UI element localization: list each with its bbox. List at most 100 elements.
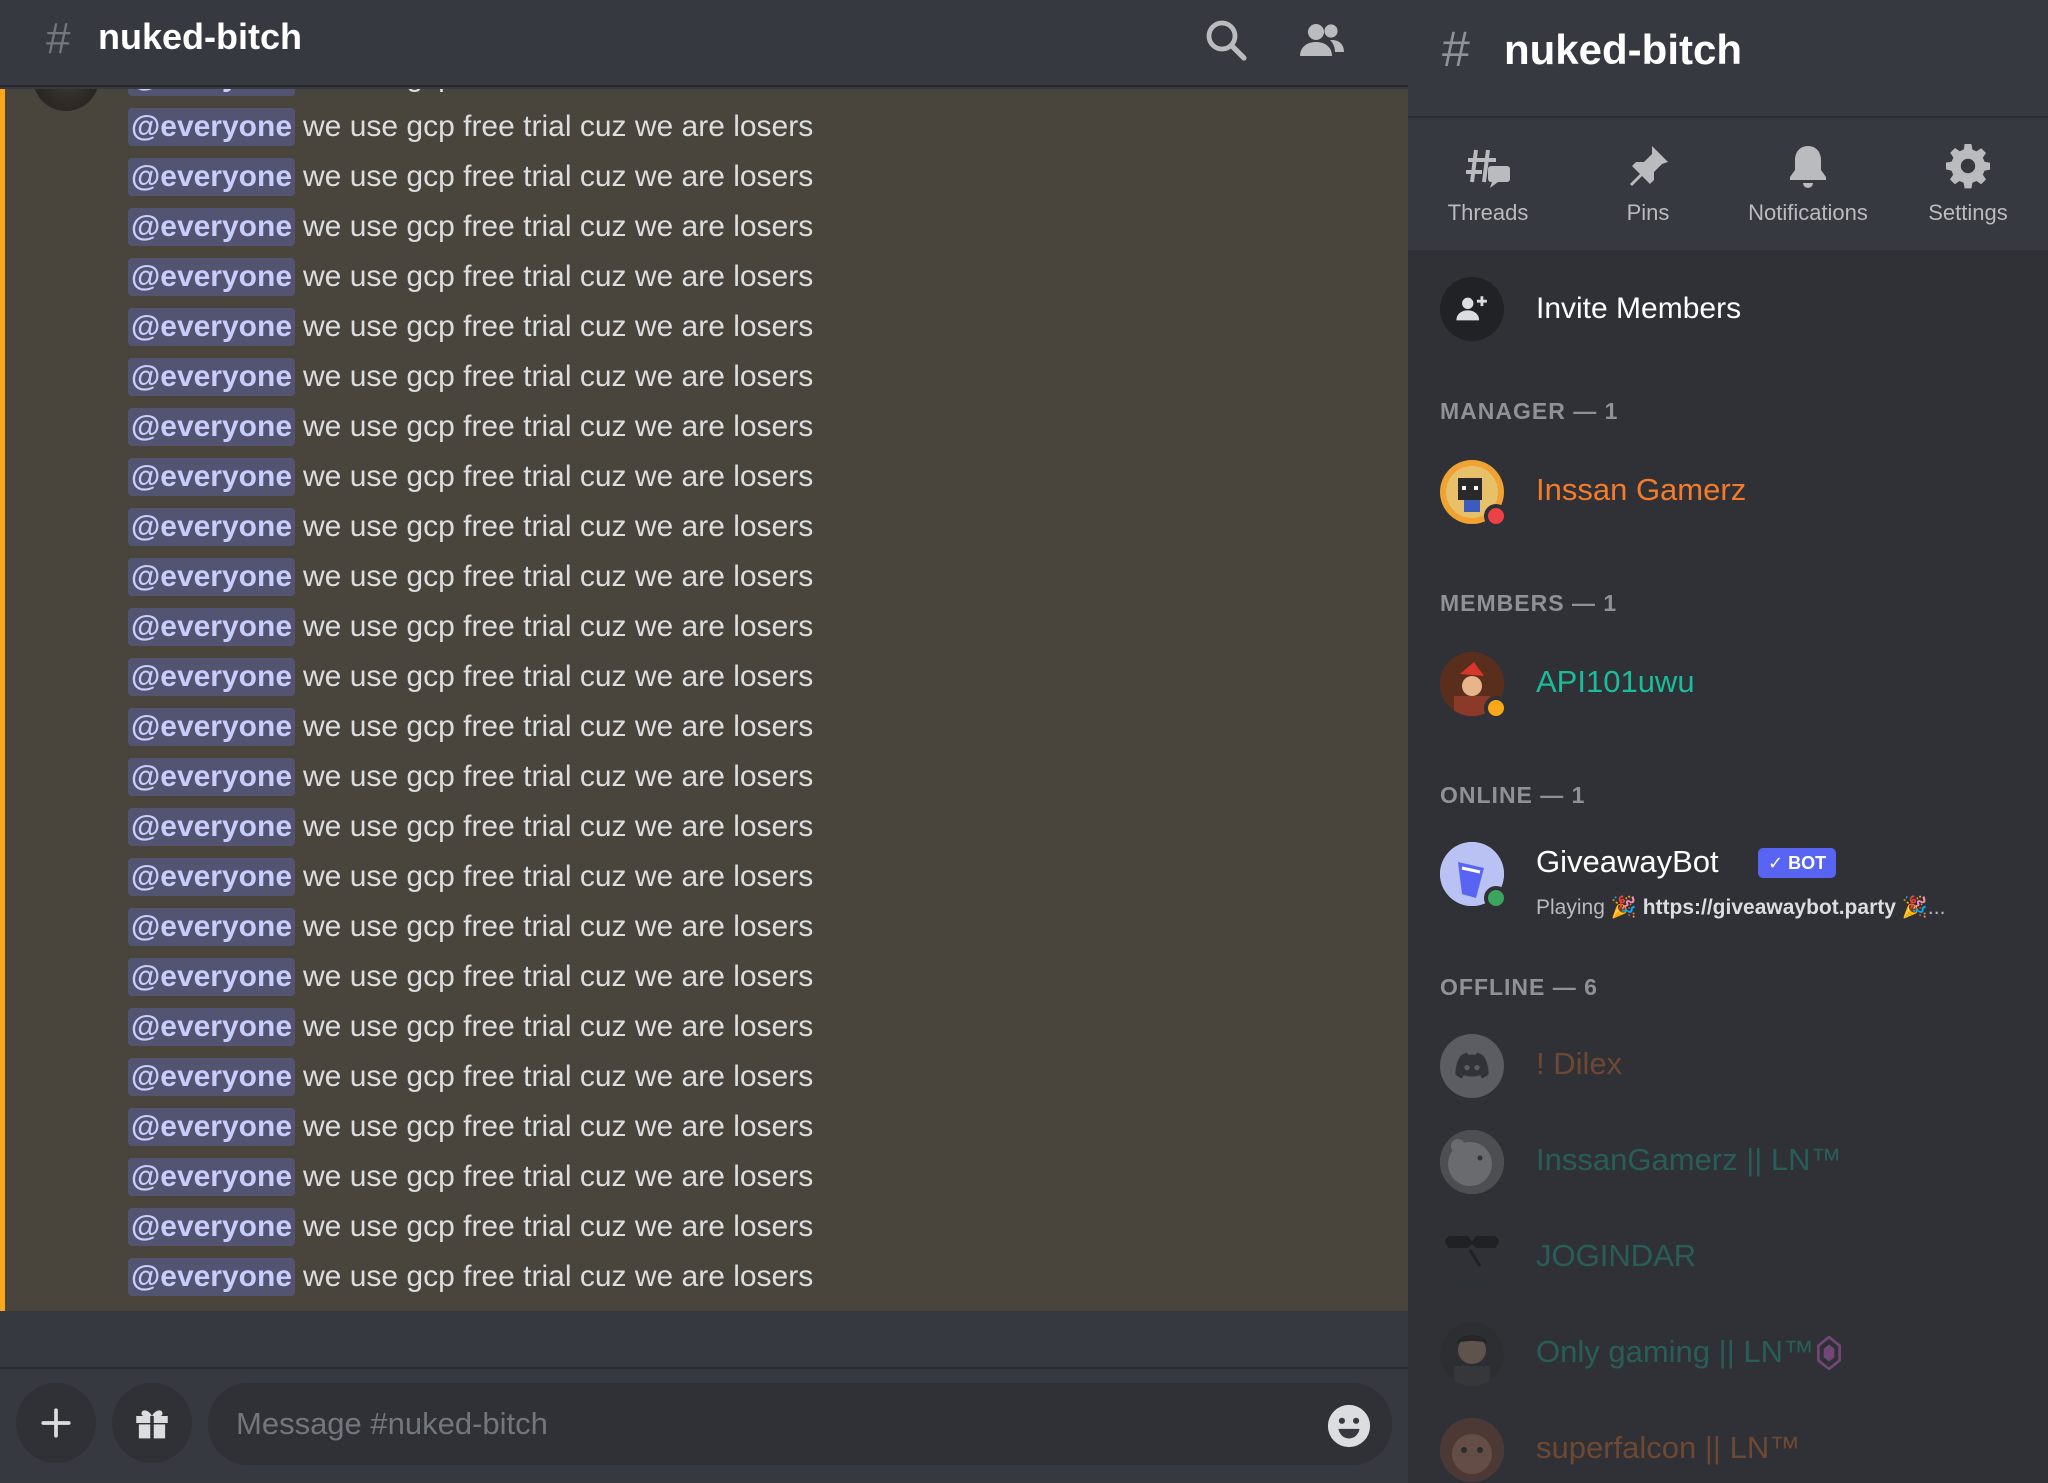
- member-item[interactable]: Only gaming || LN™: [1440, 1322, 2020, 1388]
- mention-everyone[interactable]: @everyone: [128, 308, 296, 346]
- sidebar-channel-title: nuked-bitch: [1504, 26, 1742, 73]
- member-item[interactable]: GiveawayBot ✓ BOT Playing 🎉 https://give…: [1440, 842, 2020, 922]
- message-text: we use gcp free trial cuz we are losers: [303, 560, 814, 593]
- tab-threads[interactable]: Threads: [1408, 142, 1568, 226]
- message-row[interactable]: @everyonewe use gcp free trial cuz we ar…: [128, 407, 813, 447]
- tab-settings[interactable]: Settings: [1888, 142, 2048, 226]
- message-row[interactable]: @everyonewe use gcp free trial cuz we ar…: [128, 1007, 813, 1047]
- message-text: we use gcp free trial cuz we are losers: [303, 910, 814, 943]
- message-text: we use gcp free trial cuz we are losers: [303, 510, 814, 543]
- avatar: [1440, 1418, 1504, 1482]
- message-row[interactable]: @everyonewe use gcp free trial cuz we ar…: [128, 357, 813, 397]
- section-header-members: MEMBERS — 1: [1440, 590, 1618, 616]
- message-row[interactable]: @everyonewe use gcp free trial cuz we ar…: [128, 757, 813, 797]
- mention-everyone[interactable]: @everyone: [128, 958, 296, 996]
- message-row[interactable]: @everyonewe use gcp free trial cuz we ar…: [128, 957, 813, 997]
- mention-everyone[interactable]: @everyone: [128, 1108, 296, 1146]
- mention-everyone[interactable]: @everyone: [128, 1058, 296, 1096]
- mention-everyone[interactable]: @everyone: [128, 758, 296, 796]
- search-icon[interactable]: [1202, 16, 1250, 64]
- threads-icon: [1466, 149, 1510, 188]
- add-member-icon: [1456, 296, 1487, 321]
- message-row[interactable]: @everyonewe use gcp free trial cuz we ar…: [128, 457, 813, 497]
- message-text: we use gcp free trial cuz we are losers: [303, 1260, 814, 1293]
- message-text: we use gcp free trial cuz we are losers: [303, 960, 814, 993]
- message-row[interactable]: @everyonewe use gcp free trial cuz we ar…: [128, 807, 813, 847]
- message-row[interactable]: @everyonewe use gcp free trial cuz we ar…: [128, 89, 813, 97]
- mention-everyone[interactable]: @everyone: [128, 158, 296, 196]
- mention-everyone[interactable]: @everyone: [128, 558, 296, 596]
- author-avatar[interactable]: [33, 89, 99, 111]
- message-row[interactable]: @everyonewe use gcp free trial cuz we ar…: [128, 307, 813, 347]
- mention-everyone[interactable]: @everyone: [128, 108, 296, 146]
- sidebar-tabs: Threads Pins Notifications Settings: [1408, 116, 2048, 250]
- member-item[interactable]: Inssan Gamerz: [1440, 460, 2020, 528]
- attach-button[interactable]: [16, 1383, 96, 1463]
- message-row[interactable]: @everyonewe use gcp free trial cuz we ar…: [128, 1257, 813, 1297]
- message-row[interactable]: @everyonewe use gcp free trial cuz we ar…: [128, 657, 813, 697]
- mention-everyone[interactable]: @everyone: [128, 708, 296, 746]
- message-row[interactable]: @everyonewe use gcp free trial cuz we ar…: [128, 707, 813, 747]
- mention-everyone[interactable]: @everyone: [128, 358, 296, 396]
- message-row[interactable]: @everyonewe use gcp free trial cuz we ar…: [128, 857, 813, 897]
- member-item[interactable]: superfalcon || LN™: [1440, 1418, 2020, 1483]
- mention-everyone[interactable]: @everyone: [128, 908, 296, 946]
- message-text: we use gcp free trial cuz we are losers: [303, 1160, 814, 1193]
- emoji-icon[interactable]: [1326, 1403, 1372, 1449]
- mention-everyone[interactable]: @everyone: [128, 1008, 296, 1046]
- member-name: InssanGamerz || LN™: [1536, 1142, 1842, 1177]
- bell-icon: [1790, 146, 1826, 188]
- message-row[interactable]: @everyonewe use gcp free trial cuz we ar…: [128, 1157, 813, 1197]
- message-row[interactable]: @everyonewe use gcp free trial cuz we ar…: [128, 257, 813, 297]
- avatar-image: [1440, 1130, 1504, 1194]
- message-input[interactable]: [208, 1383, 1392, 1465]
- tab-label: Threads: [1447, 200, 1529, 225]
- pin-icon: [1630, 146, 1668, 186]
- message-row[interactable]: @everyonewe use gcp free trial cuz we ar…: [128, 907, 813, 947]
- invite-members-button[interactable]: Invite Members: [1440, 276, 2016, 342]
- mention-everyone[interactable]: @everyone: [128, 408, 296, 446]
- avatar: [1440, 1226, 1504, 1290]
- message-text: we use gcp free trial cuz we are losers: [303, 1210, 814, 1243]
- mention-everyone[interactable]: @everyone: [128, 208, 296, 246]
- message-row[interactable]: @everyonewe use gcp free trial cuz we ar…: [128, 507, 813, 547]
- mention-everyone[interactable]: @everyone: [128, 658, 296, 696]
- message-row[interactable]: @everyonewe use gcp free trial cuz we ar…: [128, 607, 813, 647]
- mention-everyone[interactable]: @everyone: [128, 608, 296, 646]
- mention-everyone[interactable]: @everyone: [128, 1258, 296, 1296]
- status-idle-icon: [1484, 696, 1508, 720]
- tab-notifications[interactable]: Notifications: [1728, 142, 1888, 226]
- channel-header: # nuked-bitch: [0, 0, 1408, 87]
- message-text: we use gcp free trial cuz we are losers: [303, 410, 814, 443]
- message-row[interactable]: @everyonewe use gcp free trial cuz we ar…: [128, 1207, 813, 1247]
- mention-everyone[interactable]: @everyone: [128, 858, 296, 896]
- mention-everyone[interactable]: @everyone: [128, 1208, 296, 1246]
- gift-button[interactable]: [112, 1383, 192, 1463]
- message-row[interactable]: @everyonewe use gcp free trial cuz we ar…: [128, 557, 813, 597]
- member-item[interactable]: InssanGamerz || LN™: [1440, 1130, 2020, 1196]
- mention-everyone[interactable]: @everyone: [128, 458, 296, 496]
- mention-everyone[interactable]: @everyone: [128, 89, 296, 96]
- member-activity: Playing 🎉 https://giveawaybot.party 🎉...: [1536, 896, 1945, 920]
- mention-everyone[interactable]: @everyone: [128, 808, 296, 846]
- invite-members-label: Invite Members: [1536, 292, 1742, 325]
- mention-everyone[interactable]: @everyone: [128, 258, 296, 296]
- message-row[interactable]: @everyonewe use gcp free trial cuz we ar…: [128, 157, 813, 197]
- message-text: we use gcp free trial cuz we are losers: [303, 1010, 814, 1043]
- message-text: we use gcp free trial cuz we are losers: [303, 310, 814, 343]
- mention-everyone[interactable]: @everyone: [128, 508, 296, 546]
- member-name: superfalcon || LN™: [1536, 1430, 1801, 1465]
- member-item[interactable]: JOGINDAR: [1440, 1226, 2020, 1292]
- member-list-icon[interactable]: [1298, 16, 1346, 64]
- mention-everyone[interactable]: @everyone: [128, 1158, 296, 1196]
- member-item[interactable]: ! Dilex: [1440, 1034, 2020, 1100]
- gear-icon: [1946, 144, 1990, 189]
- message-row[interactable]: @everyonewe use gcp free trial cuz we ar…: [128, 1107, 813, 1147]
- member-item[interactable]: API101uwu: [1440, 652, 2020, 720]
- chat-pane: # nuked-bitch @everyone we use gcp free t…: [0, 0, 1408, 1483]
- message-row[interactable]: @everyonewe use gcp free trial cuz we ar…: [128, 107, 813, 147]
- tab-pins[interactable]: Pins: [1568, 142, 1728, 226]
- message-row[interactable]: @everyonewe use gcp free trial cuz we ar…: [128, 1057, 813, 1097]
- message-row[interactable]: @everyonewe use gcp free trial cuz we ar…: [128, 207, 813, 247]
- member-name: API101uwu: [1536, 664, 1695, 699]
